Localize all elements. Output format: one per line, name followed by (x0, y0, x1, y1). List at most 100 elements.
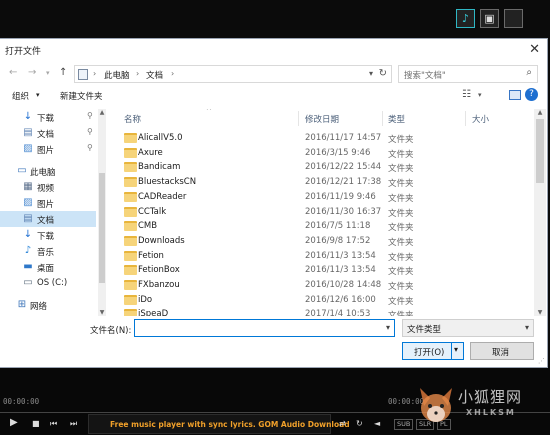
column-header-date[interactable]: 修改日期 (305, 113, 339, 125)
search-icon[interactable]: ⌕ (526, 67, 532, 78)
chevron-down-icon[interactable]: ▾ (478, 91, 482, 99)
file-row[interactable]: CADReader 2016/11/19 9:46 文件夹 (110, 190, 534, 205)
repeat-icon[interactable]: ↻ (356, 419, 363, 428)
file-row[interactable]: Bandicam 2016/12/22 15:44 文件夹 (110, 160, 534, 175)
scrollbar-thumb[interactable] (99, 173, 105, 283)
cancel-button[interactable]: 取消 (470, 342, 534, 360)
filetype-label: 文件类型 (407, 325, 442, 335)
chevron-down-icon[interactable]: ▾ (454, 345, 458, 354)
chevron-right-icon[interactable]: › (171, 69, 174, 78)
scrollbar-thumb[interactable] (536, 119, 544, 183)
refresh-icon[interactable]: ↻ (379, 68, 387, 79)
stop-icon[interactable]: ■ (32, 419, 40, 428)
scroll-up-icon[interactable]: ▲ (98, 109, 106, 116)
view-options-icon[interactable]: ☷ (462, 89, 471, 100)
column-header-type[interactable]: 类型 (388, 113, 405, 125)
folder-icon (124, 265, 137, 276)
next-icon[interactable]: ⏭ (70, 419, 77, 429)
close-icon[interactable]: ✕ (529, 42, 540, 57)
chevron-down-icon[interactable]: ▾ (36, 91, 40, 99)
nav-item-video[interactable]: ▦ 视频 (0, 179, 96, 195)
nav-item-pictures[interactable]: ▨ 图片 (0, 195, 96, 211)
scroll-down-icon[interactable]: ▼ (98, 309, 106, 316)
nav-item-downloads-quick[interactable]: ↓ 下载 ⚲ (0, 109, 96, 125)
back-icon[interactable]: ← (9, 67, 17, 78)
filetype-select[interactable]: 文件类型 ▾ (402, 319, 534, 337)
pin-icon[interactable]: ⚲ (87, 111, 93, 120)
chevron-down-icon[interactable]: ▾ (369, 69, 373, 78)
nav-item-downloads[interactable]: ↓ 下载 (0, 227, 96, 243)
file-list: ^ 名称 修改日期 类型 大小 AlicallV5.0 2016/11/17 14… (110, 109, 534, 316)
file-date: 2016/12/21 17:38 (305, 177, 382, 188)
column-header-size[interactable]: 大小 (472, 113, 489, 125)
file-date: 2016/11/19 9:46 (305, 191, 376, 202)
site-watermark: 小狐狸网 XHLKSM (408, 378, 548, 434)
forward-icon[interactable]: → (28, 67, 36, 78)
column-divider[interactable] (382, 111, 383, 126)
column-divider[interactable] (465, 111, 466, 126)
search-input[interactable]: 搜索"文档" ⌕ (398, 65, 538, 83)
scroll-down-icon[interactable]: ▼ (534, 309, 546, 316)
file-row[interactable]: iDo 2016/12/6 16:00 文件夹 (110, 293, 534, 308)
nav-item-music[interactable]: ♪ 音乐 (0, 243, 96, 259)
search-placeholder: 搜索"文档" (404, 71, 446, 81)
volume-icon[interactable]: ◄ (374, 419, 380, 428)
pin-icon[interactable]: ⚲ (87, 127, 93, 136)
shuffle-icon[interactable]: ⇄ (339, 419, 346, 428)
play-icon[interactable]: ▶ (10, 417, 18, 428)
watermark-text-cn: 小狐狸网 (458, 388, 523, 406)
file-type: 文件夹 (388, 193, 414, 204)
file-row[interactable]: Downloads 2016/9/8 17:52 文件夹 (110, 234, 534, 249)
file-row[interactable]: Fetion 2016/11/3 13:54 文件夹 (110, 249, 534, 264)
file-list-scrollbar[interactable]: ▲ ▼ (534, 109, 546, 316)
chevron-right-icon[interactable]: › (136, 69, 139, 78)
up-icon[interactable]: ↑ (59, 67, 67, 78)
open-button[interactable]: 打开(O) ▾ (402, 342, 464, 360)
nav-item-this-pc[interactable]: ▭ 此电脑 (0, 163, 96, 179)
pin-icon[interactable]: ⚲ (87, 143, 93, 152)
nav-item-label: 图片 (37, 200, 55, 210)
file-row[interactable]: CCTalk 2016/11/30 16:37 文件夹 (110, 205, 534, 220)
nav-item-drive-c[interactable]: ▭ OS (C:) (0, 275, 96, 291)
file-row[interactable]: Axure 2016/3/15 9:46 文件夹 (110, 146, 534, 161)
breadcrumb-this-pc[interactable]: 此电脑 (104, 69, 130, 81)
file-row[interactable]: FXbanzou 2016/10/28 14:48 文件夹 (110, 278, 534, 293)
file-name: Fetion (138, 250, 164, 261)
filename-input[interactable]: ▾ (134, 319, 395, 337)
scroll-up-icon[interactable]: ▲ (534, 109, 546, 116)
nav-item-documents-quick[interactable]: ▤ 文档 ⚲ (0, 125, 96, 141)
nav-item-pictures-quick[interactable]: ▨ 图片 ⚲ (0, 141, 96, 157)
file-type: 文件夹 (388, 223, 414, 234)
preview-pane-icon[interactable] (509, 90, 521, 100)
help-icon[interactable]: ? (525, 88, 538, 101)
file-row[interactable]: iSpeaD 2017/1/4 10:53 文件夹 (110, 307, 534, 316)
music-note-icon[interactable]: ♪ (456, 9, 475, 28)
chevron-down-icon[interactable]: ▾ (525, 323, 529, 332)
nav-item-desktop[interactable]: ▬ 桌面 (0, 259, 96, 275)
column-divider[interactable] (298, 111, 299, 126)
file-row[interactable]: AlicallV5.0 2016/11/17 14:57 文件夹 (110, 131, 534, 146)
breadcrumb-documents[interactable]: 文档 (146, 69, 163, 81)
previous-icon[interactable]: ⏮ (50, 419, 57, 429)
marquee-banner[interactable]: Free music player with sync lyrics. GOM … (88, 414, 350, 434)
file-row[interactable]: BluestacksCN 2016/12/21 17:38 文件夹 (110, 175, 534, 190)
organize-button[interactable]: 组织 (12, 90, 29, 102)
android-icon[interactable]: ▣ (480, 9, 499, 28)
file-row[interactable]: CMB 2016/7/5 11:18 文件夹 (110, 219, 534, 234)
apple-icon[interactable] (504, 9, 523, 28)
resize-grip-icon[interactable]: ⋰ (538, 357, 545, 365)
chevron-down-icon[interactable]: ▾ (386, 323, 390, 332)
chevron-right-icon[interactable]: › (93, 69, 96, 78)
recent-locations-icon[interactable]: ▾ (46, 69, 50, 77)
column-header-name[interactable]: 名称 (124, 113, 141, 125)
file-row[interactable]: FetionBox 2016/11/3 13:54 文件夹 (110, 263, 534, 278)
nav-item-network[interactable]: ⊞ 网络 (0, 297, 96, 313)
new-folder-button[interactable]: 新建文件夹 (60, 90, 103, 102)
nav-pane-scrollbar[interactable]: ▲ ▼ (98, 109, 106, 316)
file-name: Downloads (138, 235, 185, 246)
nav-item-documents[interactable]: ▤ 文档 (0, 211, 96, 227)
file-name: BluestacksCN (138, 177, 197, 188)
folder-icon (124, 294, 137, 305)
address-bar[interactable]: › 此电脑 › 文档 › ▾ ↻ (74, 65, 392, 83)
file-name: CADReader (138, 191, 187, 202)
